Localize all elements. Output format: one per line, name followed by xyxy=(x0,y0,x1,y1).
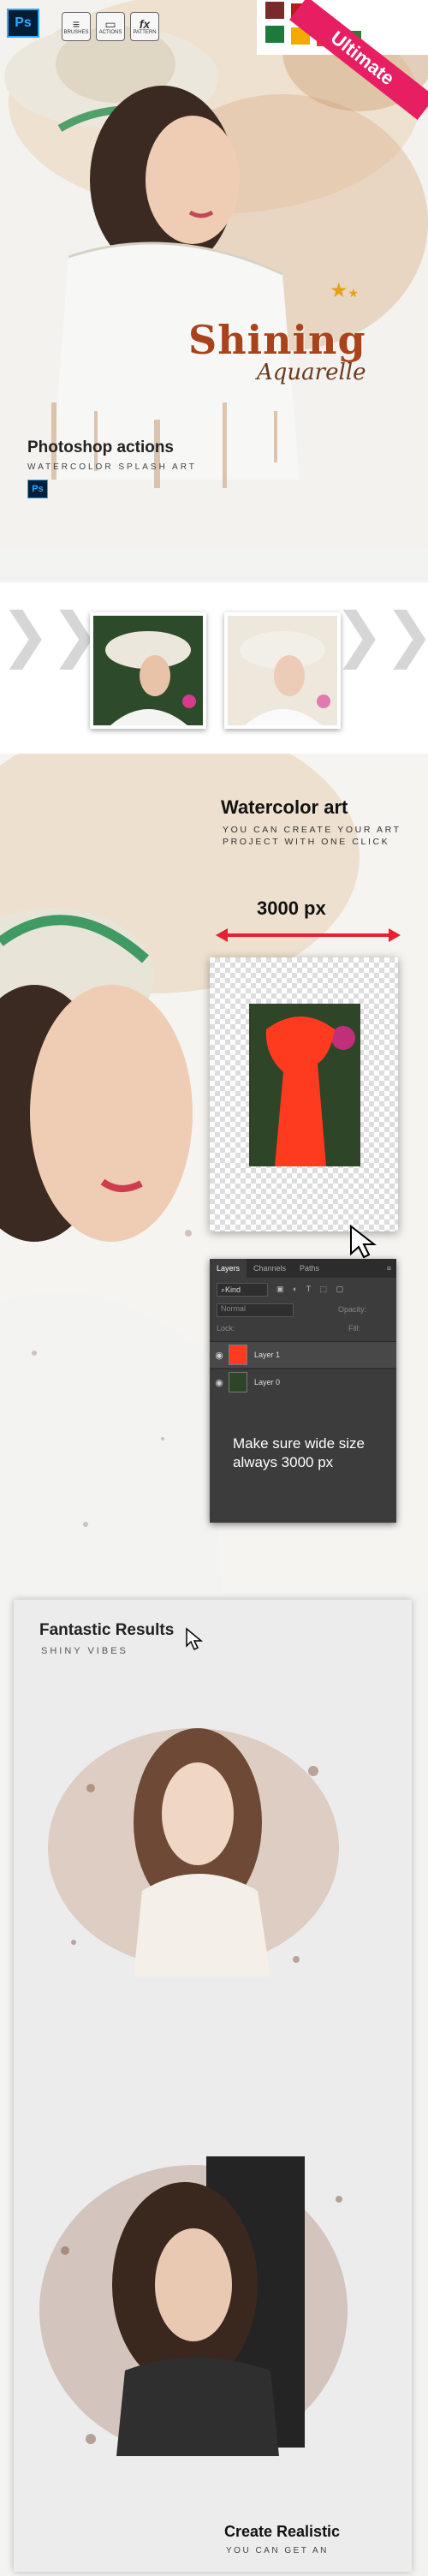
layers-tabs: Layers Channels Paths ≡ xyxy=(210,1259,396,1278)
cursor-icon xyxy=(185,1627,204,1651)
chevron-decoration-right: ❯❯ xyxy=(334,601,428,668)
size-arrow xyxy=(216,928,401,942)
footer-title: Create Realistic xyxy=(224,2523,341,2540)
photoshop-icon: Ps xyxy=(7,9,39,38)
actions-glyph: ▭ xyxy=(104,17,116,31)
results-artwork xyxy=(14,1600,412,2572)
filter-icons[interactable]: ▣ ◐ T ⬚ ▢ xyxy=(276,1285,347,1294)
document-canvas xyxy=(210,957,398,1231)
layer-name: Layer 1 xyxy=(254,1351,281,1359)
canvas-photo xyxy=(249,1004,360,1166)
logo-title: Shining xyxy=(188,317,366,363)
hero-heading: Photoshop actions xyxy=(27,438,174,456)
footer-subtitle: YOU CAN GET AN xyxy=(226,2546,329,2555)
layer-thumbnail xyxy=(229,1372,247,1392)
visibility-eye-icon[interactable]: ◉ xyxy=(210,1377,229,1388)
logo-subtitle: Aquarelle xyxy=(257,360,366,385)
opacity-label: Opacity: xyxy=(338,1305,367,1314)
actions-label: ACTIONS xyxy=(98,30,122,35)
blend-mode-select[interactable]: Normal xyxy=(217,1303,294,1317)
actions-icon: ▭ ACTIONS xyxy=(96,12,125,41)
before-thumbnail xyxy=(90,612,206,729)
results-subtitle: SHINY VIBES xyxy=(41,1646,128,1656)
chevron-decoration-left: ❯❯ xyxy=(0,601,101,668)
hero-tagline: WATERCOLOR SPLASH ART xyxy=(27,462,197,472)
watercolor-text: YOU CAN CREATE YOUR ART PROJECT WITH ONE… xyxy=(223,825,401,847)
pattern-icon: fx PATTERN xyxy=(130,12,159,41)
layer-thumbnail xyxy=(229,1345,247,1365)
watercolor-title: Watercolor art xyxy=(221,796,348,818)
layer-row[interactable]: ◉ Layer 1 xyxy=(210,1341,396,1368)
visibility-eye-icon[interactable]: ◉ xyxy=(210,1350,229,1361)
brushes-glyph: ≡ xyxy=(72,17,80,31)
panel-menu-icon[interactable]: ≡ xyxy=(387,1264,396,1273)
lock-label: Lock: xyxy=(217,1324,235,1333)
pattern-label: PATTERN xyxy=(133,30,157,35)
brushes-icon: ≡ BRUSHES xyxy=(62,12,91,41)
photoshop-small-icon: Ps xyxy=(27,480,48,498)
layers-panel: Layers Channels Paths ≡ ⌕ Kind ▣ ◐ T ⬚ ▢… xyxy=(210,1259,396,1523)
kind-filter-select[interactable]: ⌕ Kind xyxy=(217,1283,268,1297)
results-panel xyxy=(14,1600,412,2572)
brushes-label: BRUSHES xyxy=(63,30,89,35)
tab-paths[interactable]: Paths xyxy=(293,1264,326,1273)
tab-channels[interactable]: Channels xyxy=(247,1264,293,1273)
cursor-icon xyxy=(349,1224,378,1259)
tab-layers[interactable]: Layers xyxy=(210,1259,247,1278)
pattern-glyph: fx xyxy=(139,17,151,31)
kind-filter-label: Kind xyxy=(225,1285,241,1294)
size-label: 3000 px xyxy=(257,897,326,919)
layer-row[interactable]: ◉ Layer 0 xyxy=(210,1368,396,1395)
fill-label: Fill: xyxy=(348,1324,360,1333)
results-title: Fantastic Results xyxy=(39,1621,175,1639)
layer-name: Layer 0 xyxy=(254,1378,281,1386)
stars-icon: ★★ xyxy=(330,279,360,302)
size-note: Make sure wide size always 3000 px xyxy=(233,1435,366,1470)
after-thumbnail xyxy=(224,612,341,729)
